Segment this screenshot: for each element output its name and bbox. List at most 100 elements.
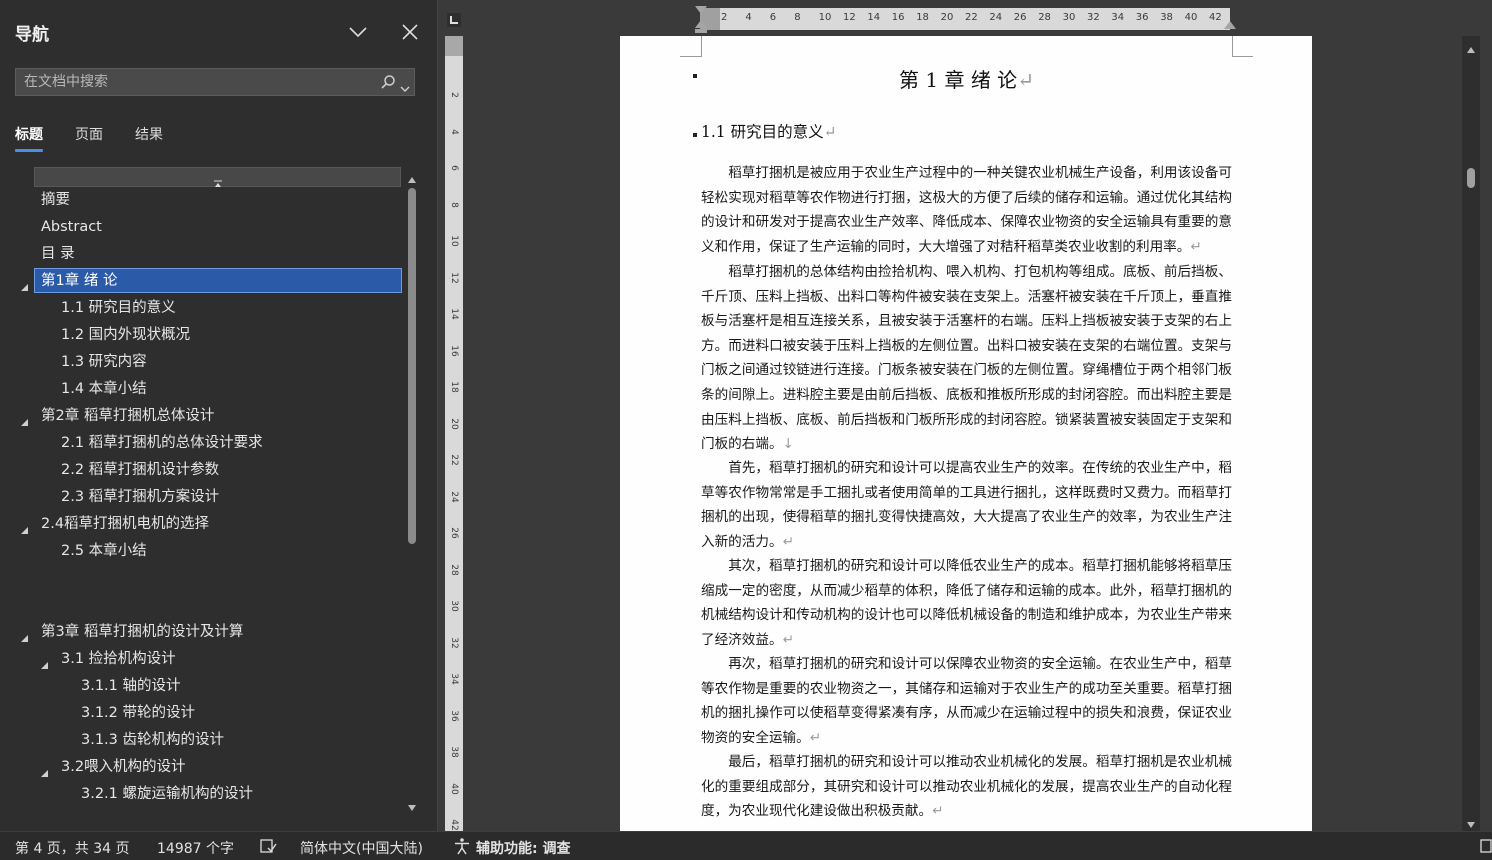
nav-heading-item[interactable]: 2.2 稻草打捆机设计参数 xyxy=(61,458,219,483)
nav-heading-label: 第2章 稻草打捆机总体设计 xyxy=(41,408,215,424)
ruler-tick-label: 12 xyxy=(449,271,459,284)
paragraph-mark: ↵ xyxy=(1190,238,1202,255)
body-paragraph[interactable]: 最后，稻草打捆机的研究和设计可以推动农业机械化的发展。稻草打捆机是农业机械化的重… xyxy=(701,750,1232,824)
ruler-tick-label: 8 xyxy=(449,201,459,208)
expand-collapse-icon[interactable] xyxy=(20,628,29,642)
nav-heading-label: 2.3 稻草打捆机方案设计 xyxy=(61,489,220,505)
nav-heading-item[interactable]: 3.1.3 齿轮机构的设计 xyxy=(81,728,224,753)
proofing-icon[interactable] xyxy=(259,837,277,855)
nav-heading-item[interactable]: 3.1.2 带轮的设计 xyxy=(81,701,195,726)
ruler-tick-label: 26 xyxy=(1013,12,1027,23)
document-scrollbar[interactable] xyxy=(1462,36,1480,831)
document-page[interactable]: 第 1 章 绪 论↵ 1.1 研究目的意义↵ 稻草打捆机是被应用于农业生产过程中… xyxy=(620,36,1312,831)
document-scrollbar-thumb[interactable] xyxy=(1467,168,1475,188)
right-indent-marker[interactable] xyxy=(1223,16,1237,30)
nav-heading-item[interactable]: 2.1 稻草打捆机的总体设计要求 xyxy=(61,431,263,456)
ruler-tick-label: 24 xyxy=(449,490,459,503)
heading-marker xyxy=(693,133,697,137)
nav-heading-item[interactable]: 目 录 xyxy=(41,242,75,267)
ruler-tick-label: 12 xyxy=(843,12,856,23)
collapse-all-button[interactable] xyxy=(34,167,401,187)
nav-heading-label: 2.2 稻草打捆机设计参数 xyxy=(61,462,220,478)
ruler-tick-label: 16 xyxy=(891,12,905,23)
paragraph-text: 最后，稻草打捆机的研究和设计可以推动农业机械化的发展。稻草打捆机是农业机械化的重… xyxy=(701,754,1232,820)
nav-heading-item[interactable]: 第2章 稻草打捆机总体设计 xyxy=(41,404,214,429)
vertical-ruler[interactable]: 2 4 6 8 10 12 14 16 18 20 22 24 26 28 30 32 34 36 38 40 42 xyxy=(445,36,463,831)
nav-heading-item[interactable]: 1.4 本章小结 xyxy=(61,377,147,402)
expand-collapse-icon[interactable] xyxy=(20,412,29,426)
ruler-tick-label: 36 xyxy=(1135,12,1149,23)
nav-heading-item[interactable]: 3.1 捡拾机构设计 xyxy=(61,647,176,672)
nav-heading-item[interactable]: 3.2.1 螺旋运输机构的设计 xyxy=(81,782,253,807)
language-indicator[interactable]: 简体中文(中国大陆) xyxy=(300,838,423,858)
nav-heading-item[interactable]: 1.2 国内外现状概况 xyxy=(61,323,190,348)
nav-heading-label: 3.1 捡拾机构设计 xyxy=(61,651,176,667)
body-paragraph[interactable]: 稻草打捆机是被应用于农业生产过程中的一种关键农业机械生产设备，利用该设备可轻松实… xyxy=(701,161,1232,259)
nav-heading-item[interactable]: 2.3 稻草打捆机方案设计 xyxy=(61,485,219,510)
page-count[interactable]: 第 4 页，共 34 页 xyxy=(15,838,130,858)
ruler-tick-label: 24 xyxy=(989,12,1003,23)
navigation-pane: 导航 标题 页面 结果 摘要 Abstract 目 录第1章 绪 论 1.1 研究目的… xyxy=(0,0,438,831)
nav-heading-label: 3.1.3 齿轮机构的设计 xyxy=(81,732,225,748)
ruler-tick-label: 20 xyxy=(940,12,954,23)
horizontal-ruler[interactable]: 2 4 6 8 10 12 14 16 18 20 22 24 26 28 30 32 34 36 38 40 42 xyxy=(700,8,1230,30)
nav-heading-label: 3.2喂入机构的设计 xyxy=(61,759,186,775)
close-icon[interactable] xyxy=(399,22,421,42)
nav-heading-item[interactable]: 2.5 本章小结 xyxy=(61,539,147,564)
ruler-tick-label: 42 xyxy=(449,819,459,831)
ruler-tick-label: 6 xyxy=(449,165,459,171)
body-paragraph[interactable]: 稻草打捆机的总体结构由捡拾机构、喂入机构、打包机构等组成。底板、前后挡板、千斤顶… xyxy=(701,260,1232,457)
nav-heading-label: 2.4稻草打捆机电机的选择 xyxy=(41,516,210,532)
expand-collapse-icon[interactable] xyxy=(20,277,29,291)
nav-heading-item[interactable]: 3.1.1 轴的设计 xyxy=(81,674,181,699)
ruler-tick-label: 8 xyxy=(794,12,801,23)
scroll-down-icon[interactable] xyxy=(407,798,417,811)
nav-heading-label: Abstract xyxy=(41,219,102,235)
paragraph-text: 再次，稻草打捆机的研究和设计可以保障农业物资的安全运输。在农业生产中，稻草等农作… xyxy=(701,656,1232,746)
body-paragraph[interactable]: 首先，稻草打捆机的研究和设计可以提高农业生产的效率。在传统的农业生产中，稻草等农… xyxy=(701,456,1232,554)
nav-heading-item[interactable]: 2.4稻草打捆机电机的选择 xyxy=(41,512,209,537)
body-paragraph[interactable]: 其次，稻草打捆机的研究和设计可以降低农业生产的成本。稻草打捆机能够将稻草压缩成一… xyxy=(701,554,1232,652)
expand-collapse-icon[interactable] xyxy=(40,763,49,777)
tab-results[interactable]: 结果 xyxy=(135,124,163,152)
tab-headings[interactable]: 标题 xyxy=(15,124,43,152)
tab-pages[interactable]: 页面 xyxy=(75,124,103,152)
ruler-tick-label: 38 xyxy=(449,746,459,758)
section-title[interactable]: 1.1 研究目的意义↵ xyxy=(701,120,837,142)
first-line-indent-marker[interactable] xyxy=(694,4,708,34)
dropdown-arrow-icon[interactable] xyxy=(400,78,410,92)
accessibility-status[interactable]: 辅助功能: 调查 xyxy=(476,838,570,858)
word-count[interactable]: 14987 个字 xyxy=(157,838,234,858)
nav-scrollbar-thumb[interactable] xyxy=(408,188,416,544)
accessibility-icon[interactable] xyxy=(453,837,471,855)
ruler-tick-label: 36 xyxy=(449,709,459,722)
chapter-title[interactable]: 第 1 章 绪 论↵ xyxy=(701,64,1232,93)
nav-heading-item[interactable]: 1.3 研究内容 xyxy=(61,350,147,375)
expand-collapse-icon[interactable] xyxy=(20,520,29,534)
tab-stop-selector[interactable] xyxy=(447,12,461,27)
scroll-up-icon[interactable] xyxy=(407,170,417,183)
paragraph-mark: ↵ xyxy=(809,729,822,746)
scroll-up-icon[interactable] xyxy=(1466,40,1476,53)
nav-heading-label: 3.1.2 带轮的设计 xyxy=(81,705,196,721)
body-paragraph[interactable]: 再次，稻草打捆机的研究和设计可以保障农业物资的安全运输。在农业生产中，稻草等农作… xyxy=(701,652,1232,750)
expand-collapse-icon[interactable] xyxy=(40,655,49,669)
scroll-down-icon[interactable] xyxy=(1466,815,1476,828)
nav-heading-item[interactable]: 第1章 绪 论 xyxy=(34,268,402,293)
ruler-tick-label: 2 xyxy=(721,12,728,23)
nav-heading-label: 2.1 稻草打捆机的总体设计要求 xyxy=(61,435,263,451)
chevron-down-icon[interactable] xyxy=(346,22,370,42)
nav-heading-item[interactable]: Abstract xyxy=(41,215,102,240)
ruler-tick-label: 18 xyxy=(449,381,459,393)
nav-heading-item[interactable]: 摘要 xyxy=(41,188,70,213)
search-icon[interactable] xyxy=(380,74,396,90)
nav-heading-item[interactable]: 第3章 稻草打捆机的设计及计算 xyxy=(41,620,243,645)
nav-heading-item[interactable]: 3.2喂入机构的设计 xyxy=(61,755,186,780)
search-input[interactable] xyxy=(16,69,376,95)
nav-heading-item[interactable]: 1.1 研究目的意义 xyxy=(61,296,176,321)
nav-heading-label: 3.1.1 轴的设计 xyxy=(81,678,181,694)
nav-scrollbar[interactable] xyxy=(404,168,420,811)
paragraph-mark: ↵ xyxy=(1017,68,1034,92)
focus-mode-icon[interactable] xyxy=(1480,837,1492,855)
ruler-tick-label: 40 xyxy=(1184,12,1198,23)
